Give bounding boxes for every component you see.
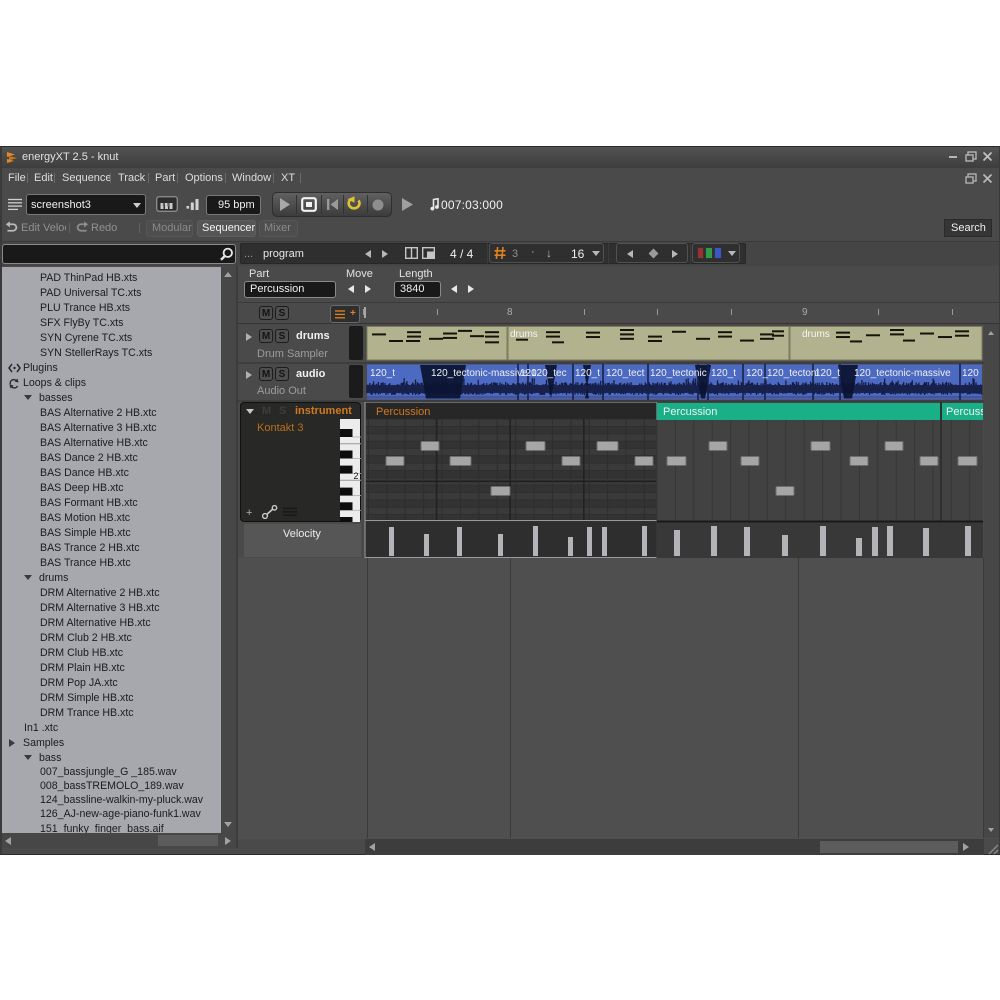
svg-text:120_t: 120_t bbox=[815, 368, 840, 379]
svg-text:120: 120 bbox=[962, 368, 979, 379]
svg-text:120_t: 120_t bbox=[575, 368, 600, 379]
svg-text:drums: drums bbox=[510, 329, 538, 340]
svg-text:120_t: 120_t bbox=[711, 368, 736, 379]
svg-text:120_tectonic: 120_tectonic bbox=[650, 368, 707, 379]
svg-text:Percussion: Percussion bbox=[376, 406, 430, 418]
svg-text:120_tectonic-massive: 120_tectonic-massive bbox=[431, 368, 528, 379]
svg-text:120_tectoni: 120_tectoni bbox=[767, 368, 819, 379]
svg-text:Percussion: Percussion bbox=[663, 406, 717, 418]
svg-text:120_tectonic-massive: 120_tectonic-massive bbox=[854, 368, 951, 379]
svg-text:120_tect: 120_tect bbox=[606, 368, 645, 379]
svg-text:drums: drums bbox=[802, 329, 830, 340]
svg-text:Percuss: Percuss bbox=[946, 406, 983, 418]
svg-text:120_: 120_ bbox=[746, 368, 769, 379]
svg-text:120_tec: 120_tec bbox=[531, 368, 567, 379]
svg-text:120_t: 120_t bbox=[370, 368, 395, 379]
svg-text:2: 2 bbox=[354, 471, 359, 481]
